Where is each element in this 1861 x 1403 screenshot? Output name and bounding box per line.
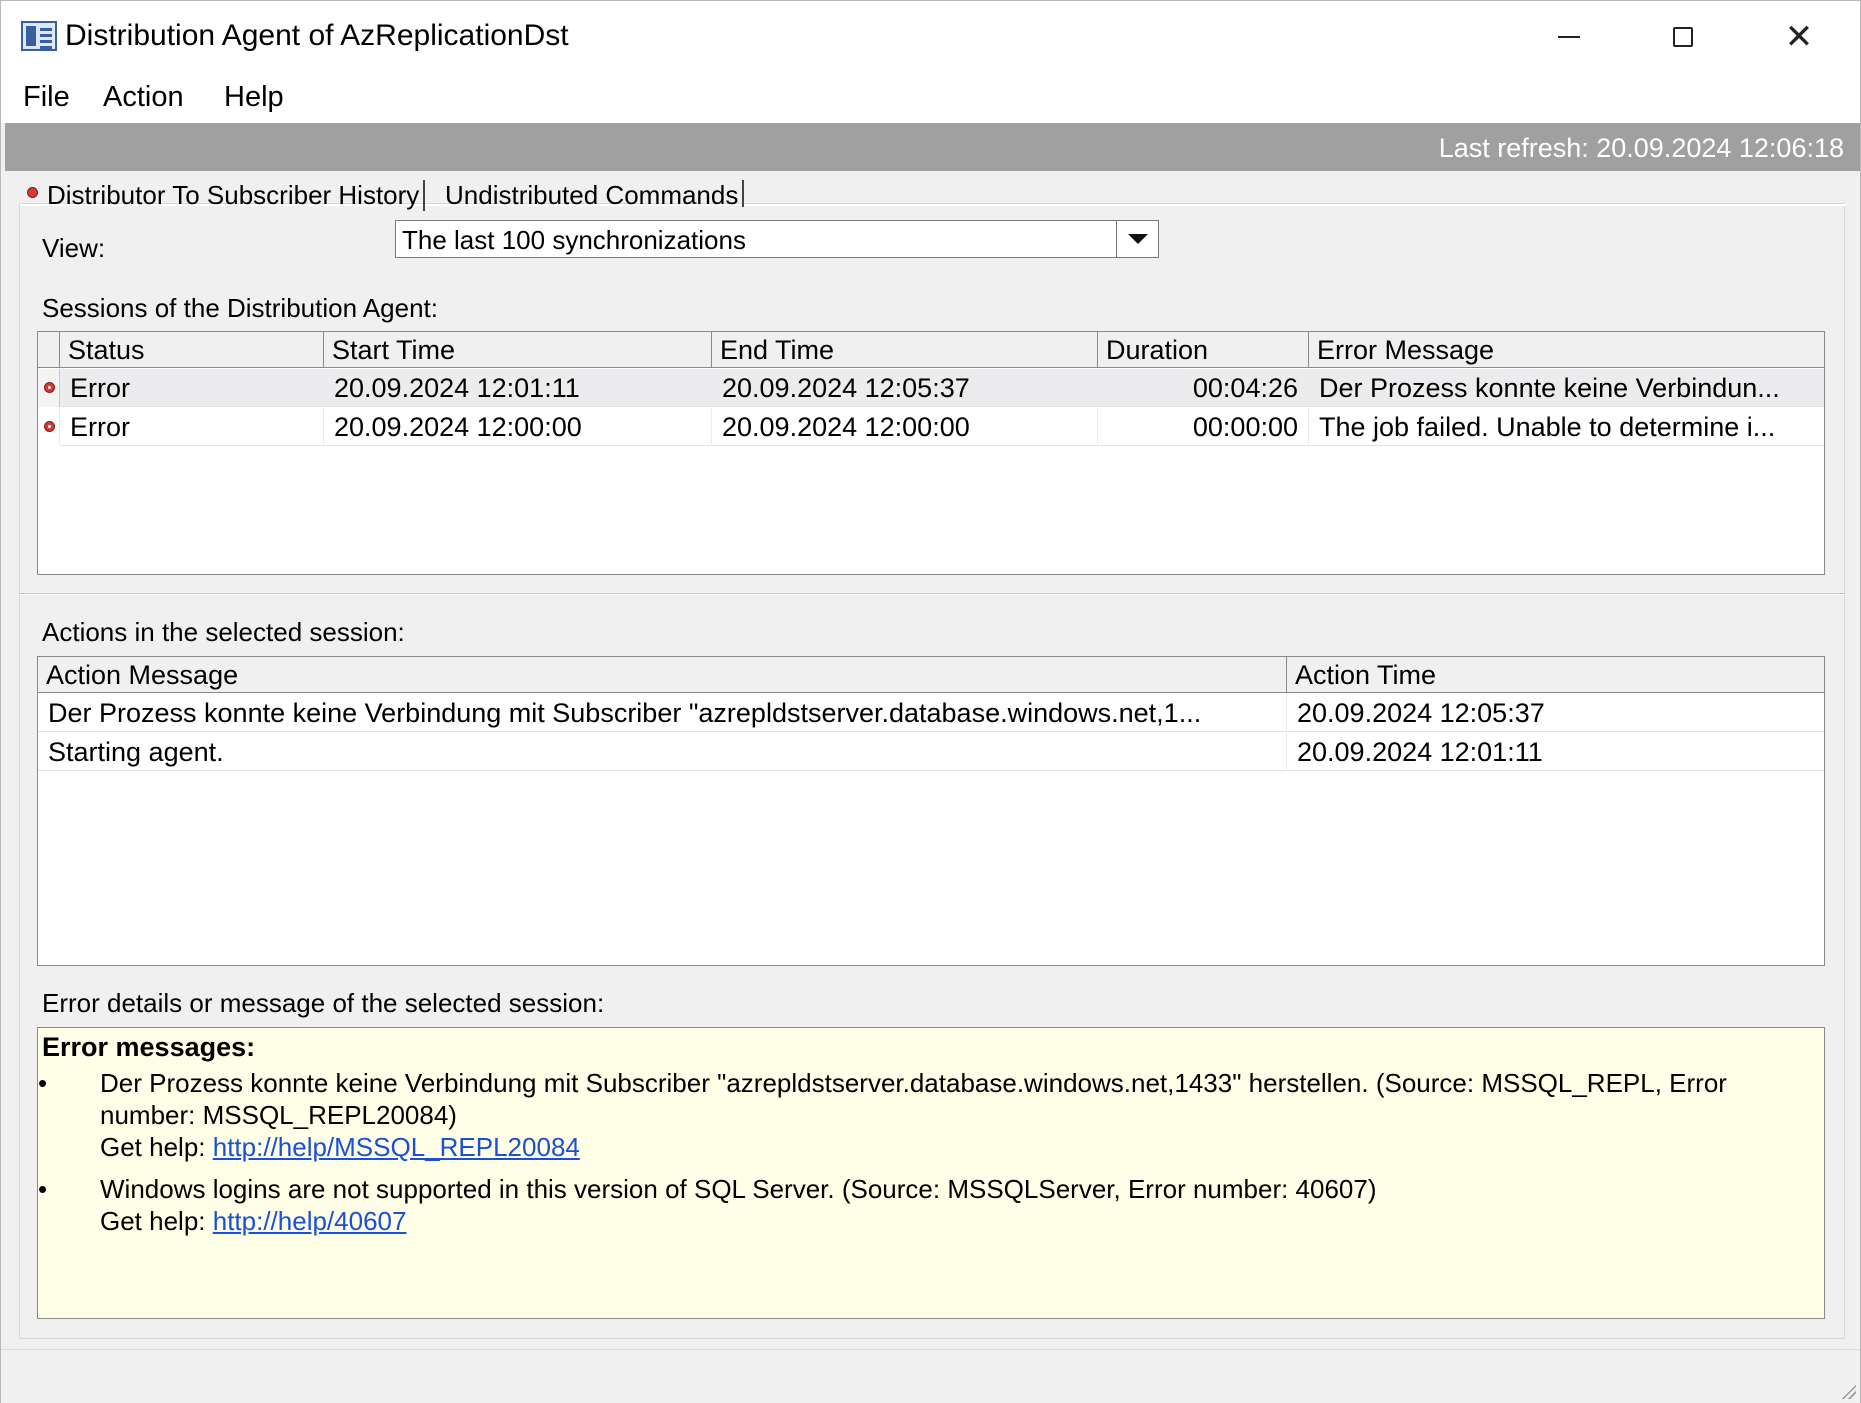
bullet-icon: • (38, 1068, 48, 1098)
details-label: Error details or message of the selected… (42, 988, 605, 1018)
menu-bar: File Action Help (1, 75, 1860, 123)
error-details-box[interactable]: Error messages: • Der Prozess konnte kei… (37, 1027, 1825, 1319)
column-action-time[interactable]: Action Time (1287, 657, 1824, 693)
action-time-cell: 20.09.2024 12:05:37 (1297, 698, 1545, 728)
column-action-message[interactable]: Action Message (38, 657, 1287, 693)
column-status[interactable]: Status (60, 332, 324, 368)
error-item-2-line-1: Windows logins are not supported in this… (100, 1174, 1377, 1204)
splitter[interactable] (19, 593, 1845, 595)
help-link-mssql-repl20084[interactable]: http://help/MSSQL_REPL20084 (213, 1132, 580, 1162)
table-row[interactable]: Starting agent. 20.09.2024 12:01:11 (38, 733, 1824, 771)
actions-label: Actions in the selected session: (42, 617, 405, 647)
sessions-label: Sessions of the Distribution Agent: (42, 293, 439, 323)
maximize-icon (1673, 27, 1693, 47)
app-window-icon (21, 21, 57, 51)
error-item-1-line-1: Der Prozess konnte keine Verbindung mit … (100, 1068, 1727, 1098)
error-status-icon (44, 382, 55, 393)
menu-help[interactable]: Help (224, 81, 284, 114)
end-time-cell: 20.09.2024 12:00:00 (712, 408, 1098, 446)
error-messages-heading: Error messages: (42, 1032, 256, 1062)
last-refresh-text: Last refresh: 20.09.2024 12:06:18 (1438, 133, 1844, 163)
tab-distributor-to-subscriber-history[interactable]: Distributor To Subscriber History (47, 180, 426, 211)
close-icon: ✕ (1784, 17, 1814, 57)
title-bar: Distribution Agent of AzReplicationDst ✕ (1, 1, 1860, 75)
action-time-cell: 20.09.2024 12:01:11 (1297, 737, 1543, 767)
chevron-down-icon (1127, 234, 1148, 244)
bullet-icon: • (38, 1174, 48, 1204)
error-status-icon (27, 187, 38, 198)
start-time-cell: 20.09.2024 12:01:11 (324, 369, 712, 407)
duration-cell: 00:04:26 (1098, 369, 1309, 407)
status-cell: Error (60, 408, 324, 446)
status-bar (1, 1349, 1860, 1403)
dropdown-button[interactable] (1116, 221, 1158, 257)
table-row[interactable]: Error 20.09.2024 12:01:11 20.09.2024 12:… (38, 369, 1824, 407)
window-title: Distribution Agent of AzReplicationDst (65, 19, 569, 52)
error-item-1-line-2: number: MSSQL_REPL20084) (100, 1100, 457, 1130)
view-dropdown[interactable]: The last 100 synchronizations (395, 220, 1159, 258)
column-start-time[interactable]: Start Time (324, 332, 712, 368)
minimize-button[interactable] (1529, 11, 1609, 63)
actions-grid[interactable]: Action Message Action Time Der Prozess k… (37, 656, 1825, 966)
error-message-cell: The job failed. Unable to determine i... (1319, 412, 1776, 442)
end-time-cell: 20.09.2024 12:05:37 (712, 369, 1098, 407)
help-link-40607[interactable]: http://help/40607 (213, 1206, 407, 1236)
start-time-cell: 20.09.2024 12:00:00 (324, 408, 712, 446)
sessions-grid-header: Status Start Time End Time Duration Erro… (38, 332, 1824, 368)
view-dropdown-value: The last 100 synchronizations (402, 225, 746, 255)
maximize-button[interactable] (1643, 11, 1723, 63)
tab-undistributed-commands[interactable]: Undistributed Commands (445, 180, 745, 207)
column-duration[interactable]: Duration (1098, 332, 1309, 368)
status-cell: Error (60, 369, 324, 407)
menu-file[interactable]: File (23, 81, 70, 114)
actions-grid-header: Action Message Action Time (38, 657, 1824, 693)
view-label: View: (42, 233, 106, 263)
error-item-2-help: Get help: http://help/40607 (100, 1206, 407, 1236)
column-error-message[interactable]: Error Message (1309, 332, 1824, 368)
sessions-grid[interactable]: Status Start Time End Time Duration Erro… (37, 331, 1825, 575)
table-row[interactable]: Error 20.09.2024 12:00:00 20.09.2024 12:… (38, 408, 1824, 446)
close-button[interactable]: ✕ (1759, 11, 1839, 63)
action-message-cell: Der Prozess konnte keine Verbindung mit … (38, 694, 1287, 732)
row-selector-header (38, 332, 60, 368)
error-message-cell: Der Prozess konnte keine Verbindun... (1319, 373, 1780, 403)
menu-action[interactable]: Action (103, 81, 184, 114)
duration-cell: 00:00:00 (1098, 408, 1309, 446)
table-row[interactable]: Der Prozess konnte keine Verbindung mit … (38, 694, 1824, 732)
error-item-1-help: Get help: http://help/MSSQL_REPL20084 (100, 1132, 580, 1162)
column-end-time[interactable]: End Time (712, 332, 1098, 368)
action-message-cell: Starting agent. (38, 733, 1287, 771)
error-status-icon (44, 421, 55, 432)
refresh-bar: Last refresh: 20.09.2024 12:06:18 (5, 123, 1860, 171)
resize-grip-icon[interactable] (1840, 1383, 1856, 1399)
minimize-icon (1558, 36, 1580, 38)
distribution-agent-window: Distribution Agent of AzReplicationDst ✕… (0, 0, 1861, 1403)
